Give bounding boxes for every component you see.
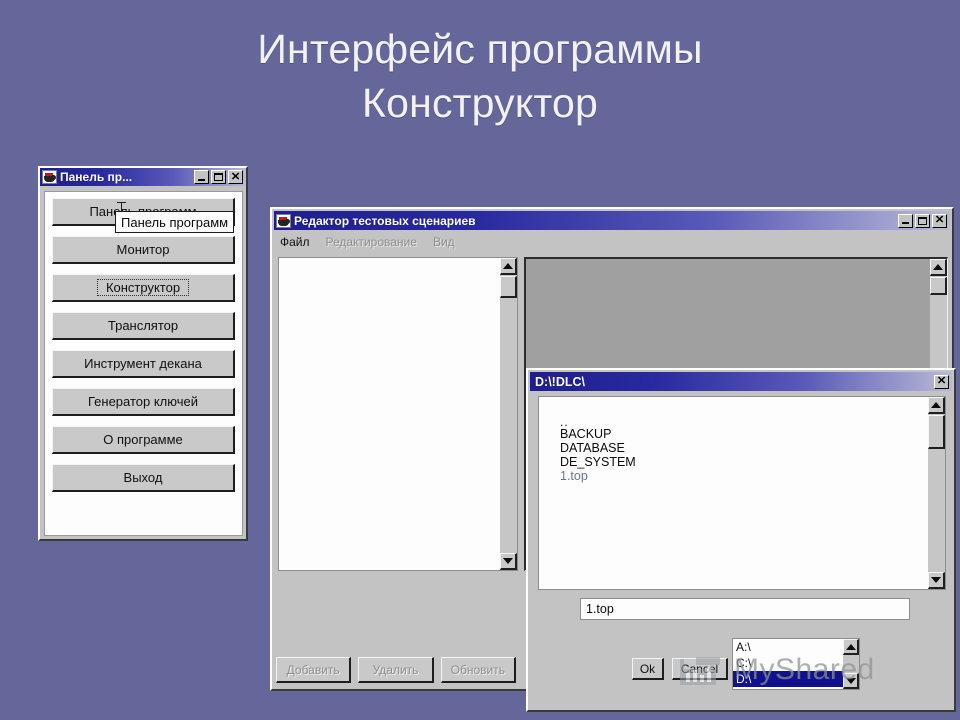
menu-view[interactable]: Вид: [433, 235, 455, 249]
java-cup-icon: [276, 213, 291, 228]
menu-file[interactable]: Файл: [280, 235, 310, 249]
list-item[interactable]: BACKUP: [560, 427, 636, 441]
scroll-up-icon[interactable]: [930, 259, 947, 276]
scroll-up-icon[interactable]: [843, 639, 859, 655]
editor-action-buttons: Добавить Удалить Обновить: [276, 657, 516, 683]
program-panel-window-controls: ✕: [194, 170, 244, 184]
button-constructor[interactable]: Конструктор: [52, 274, 235, 302]
scroll-down-icon[interactable]: [928, 572, 945, 589]
list-item[interactable]: DATABASE: [560, 441, 636, 455]
scrollbar-thumb[interactable]: [928, 415, 945, 449]
scroll-up-icon[interactable]: [928, 397, 945, 414]
program-panel-button-list: Панель программ Монитор Конструктор Тран…: [44, 191, 243, 536]
button-monitor[interactable]: Монитор: [52, 236, 235, 264]
drive-list-scrollbar[interactable]: [843, 639, 859, 689]
page-title-line-2: Конструктор: [362, 80, 598, 126]
list-item[interactable]: DE_SYSTEM: [560, 455, 636, 469]
list-item[interactable]: 1.top: [560, 469, 636, 483]
editor-titlebar[interactable]: Редактор тестовых сценариев ✕: [274, 211, 950, 230]
refresh-button[interactable]: Обновить: [440, 657, 516, 683]
program-panel-title: Панель пр...: [60, 170, 133, 184]
ok-button[interactable]: Ok: [632, 658, 664, 680]
cancel-button[interactable]: Cancel: [672, 658, 728, 680]
file-dialog-window-controls: ✕: [934, 374, 950, 389]
close-icon[interactable]: ✕: [228, 170, 243, 184]
tooltip: Панель программ: [115, 211, 235, 233]
close-icon[interactable]: ✕: [932, 213, 947, 228]
scrollbar-thumb[interactable]: [500, 276, 517, 298]
editor-menubar: Файл Редактирование Вид: [274, 231, 950, 252]
scroll-down-icon[interactable]: [843, 673, 859, 689]
editor-title: Редактор тестовых сценариев: [294, 213, 476, 228]
delete-button[interactable]: Удалить: [358, 657, 434, 683]
minimize-icon[interactable]: [194, 170, 209, 184]
drive-item-c[interactable]: C:\: [733, 655, 859, 671]
button-exit[interactable]: Выход: [52, 464, 235, 492]
button-about[interactable]: О программе: [52, 426, 235, 454]
file-dialog-titlebar[interactable]: D:\!DLC\ ✕: [530, 372, 952, 391]
tooltip-pointer: [117, 202, 126, 212]
editor-script-list[interactable]: [278, 257, 518, 571]
button-key-generator[interactable]: Генератор ключей: [52, 388, 235, 416]
maximize-icon[interactable]: [211, 170, 226, 184]
drive-item-d[interactable]: D:\: [733, 671, 859, 687]
program-panel-titlebar[interactable]: Панель пр... ✕: [40, 168, 246, 186]
button-dean-tool[interactable]: Инструмент декана: [52, 350, 235, 378]
maximize-icon[interactable]: [915, 213, 930, 228]
file-list-scrollbar[interactable]: [928, 397, 945, 589]
list-item[interactable]: ..: [560, 416, 636, 428]
file-dialog-path: D:\!DLC\: [535, 374, 585, 389]
filename-input[interactable]: 1.top: [580, 598, 910, 620]
drive-selector[interactable]: A:\ C:\ D:\: [732, 638, 860, 690]
java-cup-icon: [42, 170, 57, 184]
button-translator[interactable]: Транслятор: [52, 312, 235, 340]
editor-list-scrollbar[interactable]: [500, 258, 517, 570]
menu-edit[interactable]: Редактирование: [326, 235, 417, 249]
scrollbar-thumb[interactable]: [930, 277, 947, 295]
editor-window-controls: ✕: [898, 213, 948, 228]
close-icon[interactable]: ✕: [934, 374, 949, 389]
minimize-icon[interactable]: [898, 213, 913, 228]
scroll-down-icon[interactable]: [500, 553, 517, 570]
scroll-up-icon[interactable]: [500, 258, 517, 275]
page-title-line-1: Интерфейс программы: [257, 26, 703, 72]
file-list-items: .. BACKUP DATABASE DE_SYSTEM 1.top: [560, 416, 636, 483]
drive-item-a[interactable]: A:\: [733, 639, 859, 655]
page-title: Интерфейс программы Конструктор: [0, 22, 960, 130]
file-open-dialog: D:\!DLC\ ✕ .. BACKUP DATABASE DE_SYSTEM …: [526, 368, 956, 712]
add-button[interactable]: Добавить: [276, 657, 352, 683]
